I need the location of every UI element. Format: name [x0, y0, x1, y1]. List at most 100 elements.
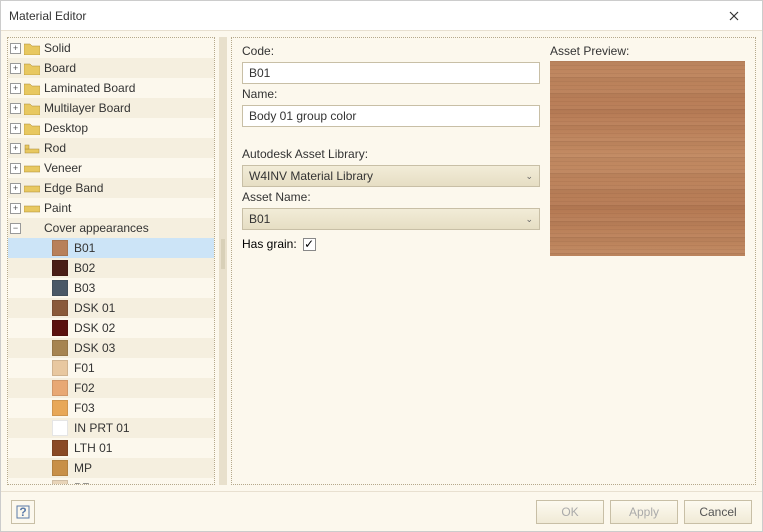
color-swatch: [52, 360, 68, 376]
color-swatch: [52, 460, 68, 476]
close-button[interactable]: [714, 2, 754, 30]
tree-label: Veneer: [44, 161, 82, 175]
form-fields: Code: Name: Autodesk Asset Library: W4IN…: [242, 44, 540, 478]
tree-category-board[interactable]: + Board: [8, 58, 214, 78]
tree-category-cover-appearances[interactable]: − Cover appearances: [8, 218, 214, 238]
tree-item-mp[interactable]: MP: [8, 458, 214, 478]
tree-label: PF: [74, 481, 89, 485]
cancel-button[interactable]: Cancel: [684, 500, 752, 524]
tree-item-f02[interactable]: F02: [8, 378, 214, 398]
expand-icon[interactable]: +: [10, 123, 21, 134]
color-swatch: [52, 480, 68, 485]
svg-text:?: ?: [19, 505, 26, 519]
expand-icon[interactable]: +: [10, 143, 21, 154]
tree-label: F02: [74, 381, 95, 395]
tree-label: Paint: [44, 201, 71, 215]
grain-checkbox[interactable]: ✓: [303, 238, 316, 251]
tree-label: F01: [74, 361, 95, 375]
color-swatch: [52, 300, 68, 316]
color-swatch: [52, 240, 68, 256]
chevron-down-icon: ⌄: [525, 214, 533, 225]
library-select[interactable]: W4INV Material Library ⌄: [242, 165, 540, 187]
library-label: Autodesk Asset Library:: [242, 147, 540, 161]
tree-category-rod[interactable]: + Rod: [8, 138, 214, 158]
expand-icon[interactable]: +: [10, 163, 21, 174]
ok-button[interactable]: OK: [536, 500, 604, 524]
content-area: + Solid + Board + Laminated Board + Multilayer …: [1, 31, 762, 491]
tree-label: DSK 01: [74, 301, 115, 315]
check-icon: ✓: [304, 237, 314, 251]
tree-label: Board: [44, 61, 76, 75]
tree-item-b01[interactable]: B01: [8, 238, 214, 258]
footer: ? OK Apply Cancel: [1, 491, 762, 531]
collapse-icon[interactable]: −: [10, 223, 21, 234]
expand-icon[interactable]: +: [10, 203, 21, 214]
apply-button[interactable]: Apply: [610, 500, 678, 524]
tree-item-f01[interactable]: F01: [8, 358, 214, 378]
tree-label: Laminated Board: [44, 81, 135, 95]
expand-icon[interactable]: +: [10, 43, 21, 54]
code-label: Code:: [242, 44, 540, 58]
tree-label: B01: [74, 241, 95, 255]
tree-label: B03: [74, 281, 95, 295]
close-icon: [729, 11, 739, 21]
tree-label: Edge Band: [44, 181, 103, 195]
name-input[interactable]: [242, 105, 540, 127]
tree-label: F03: [74, 401, 95, 415]
expand-icon[interactable]: +: [10, 183, 21, 194]
tree-item-dsk-02[interactable]: DSK 02: [8, 318, 214, 338]
tree-label: Desktop: [44, 121, 88, 135]
tree-item-b03[interactable]: B03: [8, 278, 214, 298]
tree-item-b02[interactable]: B02: [8, 258, 214, 278]
color-swatch: [52, 440, 68, 456]
asset-preview: [550, 61, 745, 256]
help-button[interactable]: ?: [11, 500, 35, 524]
tree-category-laminated-board[interactable]: + Laminated Board: [8, 78, 214, 98]
tree-item-dsk-01[interactable]: DSK 01: [8, 298, 214, 318]
asset-select[interactable]: B01 ⌄: [242, 208, 540, 230]
library-value: W4INV Material Library: [249, 169, 373, 183]
tree-category-multilayer-board[interactable]: + Multilayer Board: [8, 98, 214, 118]
tree-item-dsk-03[interactable]: DSK 03: [8, 338, 214, 358]
color-swatch: [52, 320, 68, 336]
tree-label: MP: [74, 461, 92, 475]
tree-item-in-prt-01[interactable]: IN PRT 01: [8, 418, 214, 438]
color-swatch: [52, 380, 68, 396]
tree-label: B02: [74, 261, 95, 275]
tree-item-lth-01[interactable]: LTH 01: [8, 438, 214, 458]
asset-value: B01: [249, 212, 270, 226]
code-input[interactable]: [242, 62, 540, 84]
tree-label: Rod: [44, 141, 66, 155]
material-editor-window: Material Editor + Solid + Board + Laminated B…: [0, 0, 763, 532]
tree-label: DSK 03: [74, 341, 115, 355]
color-swatch: [52, 420, 68, 436]
color-swatch: [52, 340, 68, 356]
grain-row: Has grain: ✓: [242, 237, 540, 251]
expand-icon[interactable]: +: [10, 103, 21, 114]
tree-category-desktop[interactable]: + Desktop: [8, 118, 214, 138]
tree-label: LTH 01: [74, 441, 112, 455]
preview-label: Asset Preview:: [550, 44, 745, 58]
asset-label: Asset Name:: [242, 190, 540, 204]
material-tree[interactable]: + Solid + Board + Laminated Board + Multilayer …: [7, 37, 215, 485]
titlebar: Material Editor: [1, 1, 762, 31]
tree-item-f03[interactable]: F03: [8, 398, 214, 418]
name-label: Name:: [242, 87, 540, 101]
expand-icon[interactable]: +: [10, 83, 21, 94]
splitter[interactable]: [219, 37, 227, 485]
tree-label: Cover appearances: [44, 221, 149, 235]
tree-category-solid[interactable]: + Solid: [8, 38, 214, 58]
tree-category-veneer[interactable]: + Veneer: [8, 158, 214, 178]
color-swatch: [52, 280, 68, 296]
tree-label: DSK 02: [74, 321, 115, 335]
tree-category-paint[interactable]: + Paint: [8, 198, 214, 218]
help-icon: ?: [16, 505, 30, 519]
tree-item-pf[interactable]: PF: [8, 478, 214, 485]
tree-label: IN PRT 01: [74, 421, 130, 435]
expand-icon[interactable]: +: [10, 63, 21, 74]
tree-category-edge-band[interactable]: + Edge Band: [8, 178, 214, 198]
color-swatch: [52, 400, 68, 416]
tree-label: Solid: [44, 41, 71, 55]
window-title: Material Editor: [9, 9, 714, 23]
tree-label: Multilayer Board: [44, 101, 131, 115]
